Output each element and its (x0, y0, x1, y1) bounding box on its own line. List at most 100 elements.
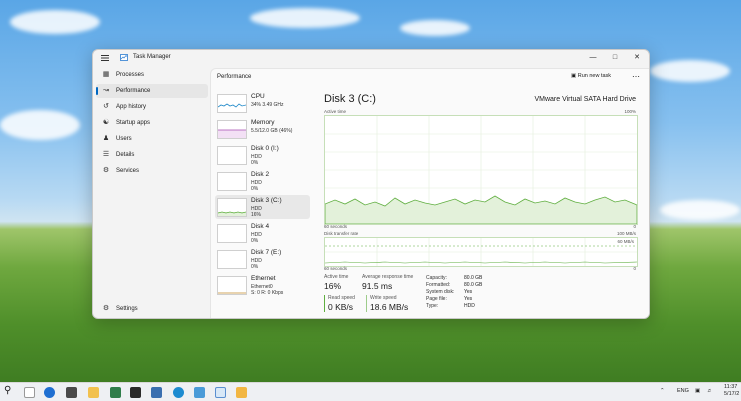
more-options-icon[interactable]: ⋯ (632, 72, 640, 81)
tray-chevron-icon[interactable]: ⌃ (660, 388, 665, 394)
search-icon[interactable]: ⚲ (4, 385, 11, 396)
clock-date: 5/17/2 (724, 391, 740, 397)
sidebar-item-startup-apps[interactable]: ☯ Startup apps (96, 116, 208, 130)
sidebar-item-label: Users (116, 136, 132, 142)
task-manager-window: Task Manager — □ ✕ ▦ Processes ↝ Perform… (92, 49, 650, 319)
sidebar-item-label: Startup apps (116, 120, 151, 126)
transfer-rate-graph-label: Disk transfer rate (324, 231, 359, 236)
maximize-button[interactable]: □ (604, 52, 626, 64)
prop-value: 80.0 GB (464, 282, 483, 288)
device-detail: 34% 3.49 GHz (251, 102, 284, 108)
task-manager-app-icon (120, 54, 128, 61)
sidebar-item-label: App history (116, 104, 147, 110)
device-name: Disk 3 (C:) (251, 197, 282, 204)
sidebar-item-processes[interactable]: ▦ Processes (96, 68, 208, 82)
graph2-x-right-label: 0 (633, 266, 636, 271)
startup-icon: ☯ (102, 119, 110, 126)
close-button[interactable]: ✕ (626, 52, 648, 64)
minimize-button[interactable]: — (582, 52, 604, 64)
device-item-disk-4[interactable]: Disk 4 HDD 0% (215, 221, 310, 245)
spreadsheet-app-icon[interactable] (110, 387, 121, 398)
file-explorer-icon[interactable] (88, 387, 99, 398)
sidebar-item-users[interactable]: ♟ Users (96, 132, 208, 146)
device-item-cpu[interactable]: CPU 34% 3.49 GHz (215, 91, 310, 115)
task-view-icon[interactable] (24, 387, 35, 398)
folder-icon[interactable] (236, 387, 247, 398)
device-item-memory[interactable]: Memory 5.5/12.0 GB (46%) (215, 117, 310, 141)
title-bar[interactable]: Task Manager — □ ✕ (93, 50, 649, 68)
device-name: Ethernet (251, 275, 276, 282)
content-header: Performance ▣ Run new task ⋯ (211, 69, 649, 85)
volume-icon[interactable]: ♬ (707, 388, 713, 394)
transfer-rate-mid-label: 60 MB/s (617, 239, 634, 244)
device-item-disk-7[interactable]: Disk 7 (E:) HDD 0% (215, 247, 310, 271)
sidebar-item-app-history[interactable]: ↺ App history (96, 100, 208, 114)
widgets-icon[interactable] (44, 387, 55, 398)
performance-icon: ↝ (103, 87, 109, 94)
disk-sparkline (217, 224, 247, 243)
network-icon[interactable]: ▣ (695, 388, 700, 394)
prop-value: Yes (464, 296, 473, 302)
active-time-label: Active time (324, 274, 349, 280)
edge-browser-icon[interactable] (173, 387, 184, 398)
clock[interactable]: 11:37 5/17/2 (724, 384, 739, 398)
sidebar-item-settings[interactable]: ⚙ Settings (96, 302, 208, 316)
device-name: Memory (251, 119, 275, 126)
prop-key: Formatted: (426, 282, 451, 288)
write-speed-indicator (366, 295, 367, 312)
transfer-rate-graph-max: 100 MB/s (616, 231, 636, 236)
history-icon: ↺ (103, 103, 109, 110)
device-item-disk-3[interactable]: Disk 3 (C:) HDD 16% (215, 195, 310, 219)
active-time-graph-label: Active time (324, 109, 347, 114)
task-manager-taskbar-icon[interactable] (215, 387, 226, 398)
sidebar-item-label: Details (116, 152, 135, 158)
taskbar: ⚲ ⌃ ENG ▣ ♬ 11:37 5/17/2 (0, 382, 741, 401)
sidebar-item-details[interactable]: ☰ Details (96, 148, 208, 162)
terminal-icon[interactable] (130, 387, 141, 398)
graph1-x-left-label: 60 seconds (324, 224, 348, 229)
sidebar-item-performance[interactable]: ↝ Performance (96, 84, 208, 98)
device-item-ethernet[interactable]: Ethernet Ethernet0 S: 0 R: 0 Kbps (215, 273, 310, 297)
users-icon: ♟ (102, 135, 110, 142)
graph2-x-left-label: 60 seconds (324, 266, 348, 271)
disk-sparkline (217, 198, 247, 217)
disk-detail-panel: Disk 3 (C:) VMware Virtual SATA Hard Dri… (316, 89, 646, 317)
photos-app-icon[interactable] (194, 387, 205, 398)
device-item-disk-2[interactable]: Disk 2 HDD 0% (215, 169, 310, 193)
read-speed-indicator (324, 295, 325, 312)
prop-key: Type: (426, 303, 439, 309)
device-name: Disk 2 (251, 171, 270, 178)
write-speed-label: Write speed (370, 295, 397, 301)
run-new-task-button[interactable]: ▣ Run new task (571, 73, 611, 79)
window-title: Task Manager (133, 54, 171, 60)
document-app-icon[interactable] (151, 387, 162, 398)
device-name: Disk 0 (I:) (251, 145, 279, 152)
sidebar: ▦ Processes ↝ Performance ↺ App history … (93, 68, 211, 318)
sidebar-item-services[interactable]: ⚙ Services (96, 164, 208, 178)
device-name: Disk 7 (E:) (251, 249, 282, 256)
device-usage: 0% (251, 238, 259, 244)
memory-sparkline (217, 120, 247, 139)
disk-title: Disk 3 (C:) (324, 93, 376, 105)
sidebar-item-label: Services (116, 168, 140, 174)
device-name: Disk 4 (251, 223, 270, 230)
device-usage: 16% (251, 212, 262, 218)
active-indicator (96, 87, 98, 95)
device-detail: 5.5/12.0 GB (46%) (251, 128, 293, 134)
sidebar-item-label: Performance (116, 88, 151, 94)
device-usage: 0% (251, 264, 259, 270)
disk-sparkline (217, 172, 247, 191)
details-icon: ☰ (102, 151, 110, 158)
camera-app-icon[interactable] (66, 387, 77, 398)
active-time-graph (324, 115, 638, 225)
hamburger-menu-icon[interactable] (100, 53, 110, 63)
prop-value: Yes (464, 289, 473, 295)
language-indicator[interactable]: ENG (677, 388, 689, 394)
ethernet-sparkline (217, 276, 247, 295)
run-new-task-label: Run new task (577, 73, 612, 79)
device-throughput: S: 0 R: 0 Kbps (251, 290, 284, 296)
performance-pane: Performance ▣ Run new task ⋯ CPU 34% 3.4… (210, 68, 649, 318)
run-task-icon: ▣ (571, 73, 577, 79)
device-usage: 0% (251, 160, 259, 166)
device-item-disk-0[interactable]: Disk 0 (I:) HDD 0% (215, 143, 310, 167)
